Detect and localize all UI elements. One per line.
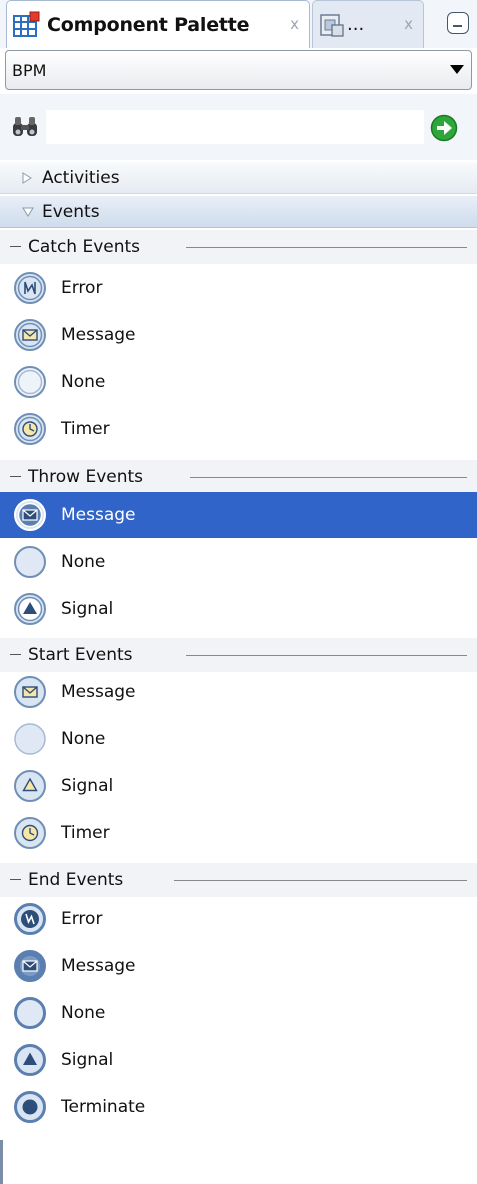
group-throw-events[interactable]: Throw Events [0,460,477,494]
palette-item-message[interactable]: Message [0,943,477,989]
item-label: Message [61,505,136,525]
section-activities[interactable]: Activities [0,161,477,194]
item-label: Timer [61,823,110,843]
item-label: None [61,552,106,572]
close-tab-icon[interactable]: x [404,15,413,33]
close-tab-icon[interactable]: x [290,15,299,33]
timer-catch-event-icon [14,413,46,445]
minimize-button[interactable] [447,12,469,34]
palette-item-error[interactable]: Error [0,896,477,942]
palette-item-message-selected[interactable]: Message [0,492,477,538]
item-label: Terminate [61,1097,146,1117]
palette-item-error[interactable]: Error [0,265,477,311]
item-label: Message [61,682,136,702]
binoculars-icon [13,117,37,136]
signal-end-event-icon [14,1044,46,1076]
item-label: Error [61,909,103,929]
item-label: Signal [61,776,114,796]
palette-category-dropdown[interactable]: BPM [5,50,472,90]
palette-item-timer[interactable]: Timer [0,406,477,452]
group-label: End Events [28,870,132,890]
timer-start-event-icon [14,817,46,849]
divider [190,477,467,478]
palette-item-message[interactable]: Message [0,312,477,358]
group-catch-events[interactable]: Catch Events [0,230,477,264]
search-row [0,94,477,160]
item-label: Signal [61,599,114,619]
tab-resource-catalog[interactable]: ... x [312,0,424,48]
tab-bar: Component Palette x ... x [0,0,477,48]
divider [186,247,467,248]
panel-edge [0,1140,3,1184]
collapse-dash-icon [10,476,21,477]
collapse-dash-icon [10,879,21,880]
go-search-button[interactable] [430,114,458,142]
group-end-events[interactable]: End Events [0,863,477,897]
signal-throw-event-icon [14,593,46,625]
collapse-arrow-icon [22,207,34,217]
terminate-end-event-icon [14,1091,46,1123]
section-label: Events [42,201,100,222]
none-start-event-icon [14,723,46,755]
palette-item-signal[interactable]: Signal [0,763,477,809]
item-label: Signal [61,1050,114,1070]
divider [174,880,467,881]
palette-item-none[interactable]: None [0,990,477,1036]
group-label: Throw Events [28,467,152,487]
item-label: None [61,372,106,392]
none-throw-event-icon [14,546,46,578]
signal-start-event-icon [14,770,46,802]
message-end-event-icon [14,950,46,982]
message-throw-event-icon [14,499,46,531]
palette-item-timer[interactable]: Timer [0,810,477,856]
section-events[interactable]: Events [0,195,477,228]
error-catch-event-icon [14,272,46,304]
search-input[interactable] [46,110,424,144]
tab-title: Component Palette [47,13,250,36]
none-end-event-icon [14,997,46,1029]
group-label: Catch Events [28,237,149,257]
item-label: None [61,1003,106,1023]
error-end-event-icon [14,903,46,935]
group-label: Start Events [28,645,141,665]
item-label: Message [61,325,136,345]
palette-item-none[interactable]: None [0,716,477,762]
tab-title: ... [347,14,365,35]
dropdown-arrow-icon [450,65,464,74]
section-label: Activities [42,167,120,188]
dropdown-value: BPM [12,60,47,80]
palette-item-none[interactable]: None [0,539,477,585]
tab-component-palette[interactable]: Component Palette x [6,0,310,48]
collapse-dash-icon [10,246,21,247]
palette-item-message[interactable]: Message [0,669,477,715]
item-label: None [61,729,106,749]
palette-item-terminate[interactable]: Terminate [0,1084,477,1130]
none-catch-event-icon [14,366,46,398]
resource-catalog-icon [320,13,344,37]
collapse-dash-icon [10,654,21,655]
palette-grid-icon [13,11,40,37]
item-label: Message [61,956,136,976]
message-catch-event-icon [14,319,46,351]
item-label: Error [61,278,103,298]
expand-arrow-icon [22,171,32,184]
palette-item-none[interactable]: None [0,359,477,405]
group-start-events[interactable]: Start Events [0,638,477,672]
divider [186,655,467,656]
message-start-event-icon [14,676,46,708]
palette-item-signal[interactable]: Signal [0,586,477,632]
item-label: Timer [61,419,110,439]
palette-item-signal[interactable]: Signal [0,1037,477,1083]
